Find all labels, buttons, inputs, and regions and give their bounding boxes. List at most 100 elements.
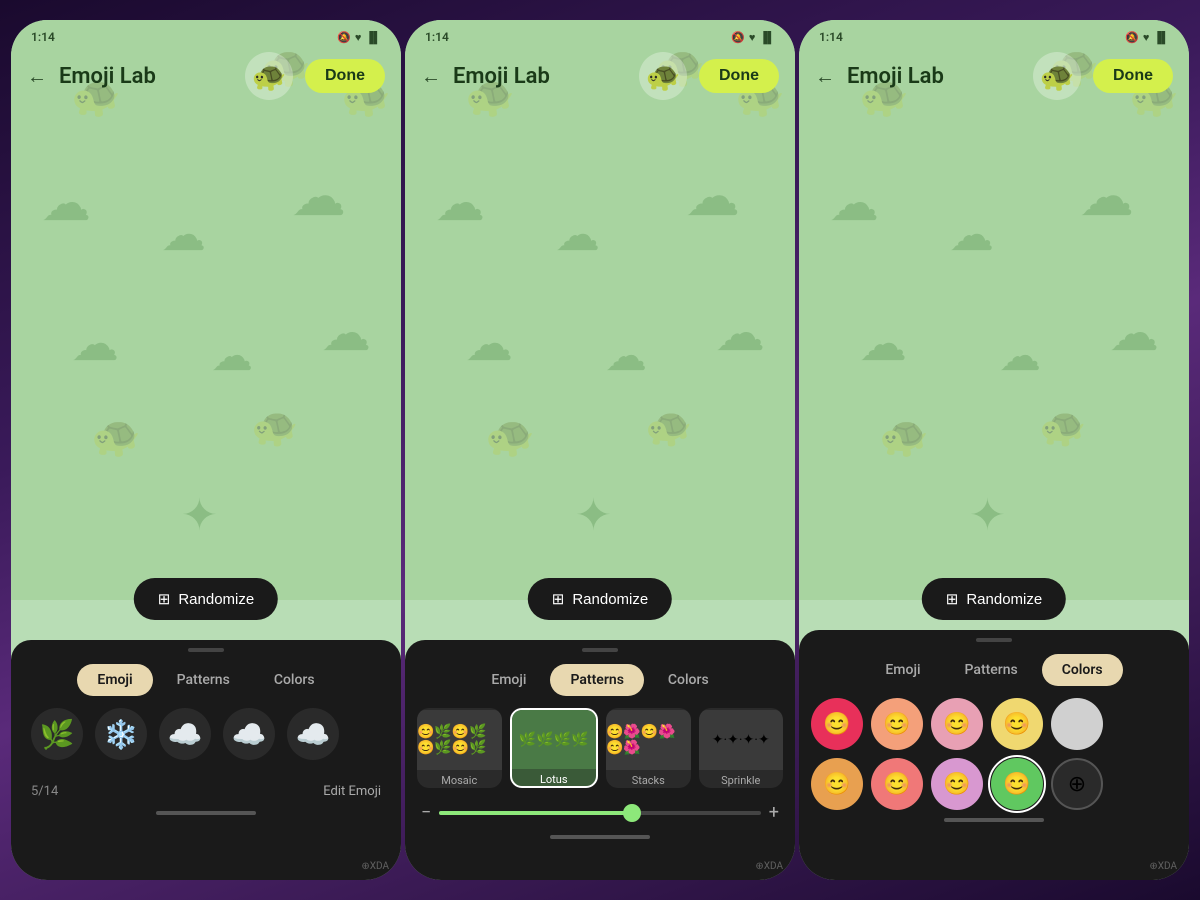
emoji-item-4[interactable]: ☁️ <box>223 708 275 760</box>
panel-handle-2 <box>582 648 618 652</box>
slider-row: − + <box>405 798 795 827</box>
randomize-button-3[interactable]: ⊞ Randomize <box>922 578 1066 620</box>
status-bar-3: 1:14 🔕 ♥ ▐▌ <box>799 20 1189 48</box>
color-pink[interactable]: 😊 <box>931 698 983 750</box>
status-bar-2: 1:14 🔕 ♥ ▐▌ <box>405 20 795 48</box>
status-icons-2: 🔕 ♥ ▐▌ <box>731 31 775 44</box>
tab-patterns-3[interactable]: Patterns <box>945 654 1038 686</box>
emoji-item-5[interactable]: ☁️ <box>287 708 339 760</box>
time-2: 1:14 <box>425 30 449 44</box>
home-indicator-1 <box>156 811 256 815</box>
color-salmon[interactable]: 😊 <box>871 758 923 810</box>
pattern-stacks[interactable]: 😊🌺😊🌺😊🌺 Stacks <box>606 708 691 788</box>
pattern-lotus[interactable]: 🌿🌿🌿🌿 Lotus <box>510 708 599 788</box>
pattern-stacks-preview: 😊🌺😊🌺😊🌺 <box>606 710 691 770</box>
slider-fill <box>439 811 632 815</box>
done-button-2[interactable]: Done <box>699 59 779 93</box>
back-button-2[interactable]: ← <box>421 64 441 89</box>
tab-bar-1: Emoji Patterns Colors <box>11 664 401 696</box>
pattern-sprinkle-preview: ✦·✦·✦·✦ <box>699 710 784 770</box>
phone-1: 🐢 🐢 🐢 ☁ ☁ ☁ ☁ ☁ ☁ 🐢 🐢 ✦ 1:14 🔕 <box>11 20 401 880</box>
turtle-avatar-3: 🐢 <box>1033 52 1081 100</box>
main-area-1: ⊞ Randomize Emoji Patterns Colors 🌿 ❄️ ☁… <box>11 108 401 880</box>
pattern-stacks-label: Stacks <box>632 774 665 787</box>
randomize-label-3: Randomize <box>966 591 1042 608</box>
pattern-sprinkle[interactable]: ✦·✦·✦·✦ Sprinkle <box>699 708 784 788</box>
main-area-2: ⊞ Randomize Emoji Patterns Colors 😊🌿😊🌿😊🌿… <box>405 108 795 880</box>
slider-thumb[interactable] <box>623 804 641 822</box>
slider-track[interactable] <box>439 811 760 815</box>
tab-emoji-3[interactable]: Emoji <box>865 654 940 686</box>
turtle-avatar-1: 🐢 <box>245 52 293 100</box>
randomize-icon-3: ⊞ <box>946 590 959 608</box>
tab-colors-3[interactable]: Colors <box>1042 654 1123 686</box>
back-button-1[interactable]: ← <box>27 64 47 89</box>
pattern-sprinkle-label: Sprinkle <box>721 774 760 787</box>
watermark-2: ⊕XDA <box>755 861 783 872</box>
bottom-panel-2: Emoji Patterns Colors 😊🌿😊🌿😊🌿😊🌿 Mosaic <box>405 640 795 880</box>
panel-footer-1: 5/14 Edit Emoji <box>11 776 401 807</box>
pattern-lotus-label: Lotus <box>540 773 568 786</box>
tab-colors-2[interactable]: Colors <box>648 664 729 696</box>
emoji-item-1[interactable]: 🌿 <box>31 708 83 760</box>
emoji-item-3[interactable]: ☁️ <box>159 708 211 760</box>
color-yellow[interactable]: 😊 <box>991 698 1043 750</box>
home-indicator-2 <box>550 835 650 839</box>
app-title-1: Emoji Lab <box>59 64 233 89</box>
panel-handle-1 <box>188 648 224 652</box>
done-button-1[interactable]: Done <box>305 59 385 93</box>
watermark-1: ⊕XDA <box>361 861 389 872</box>
randomize-icon-1: ⊞ <box>158 590 171 608</box>
tab-bar-2: Emoji Patterns Colors <box>405 664 795 696</box>
randomize-button-1[interactable]: ⊞ Randomize <box>134 578 278 620</box>
slider-plus[interactable]: + <box>769 802 779 823</box>
done-button-3[interactable]: Done <box>1093 59 1173 93</box>
bottom-panel-1: Emoji Patterns Colors 🌿 ❄️ ☁️ ☁️ ☁️ 5/14… <box>11 640 401 880</box>
main-area-3: ⊞ Randomize Emoji Patterns Colors 😊 😊 😊 … <box>799 108 1189 880</box>
pattern-lotus-preview: 🌿🌿🌿🌿 <box>512 710 597 769</box>
bottom-panel-3: Emoji Patterns Colors 😊 😊 😊 😊 😊 😊 😊 <box>799 630 1189 880</box>
color-coral <box>1051 698 1103 750</box>
top-bar-3: ← Emoji Lab 🐢 Done <box>799 48 1189 108</box>
home-indicator-3 <box>944 818 1044 822</box>
tab-colors-1[interactable]: Colors <box>254 664 335 696</box>
color-peach[interactable]: 😊 <box>871 698 923 750</box>
time-3: 1:14 <box>819 30 843 44</box>
pattern-mosaic[interactable]: 😊🌿😊🌿😊🌿😊🌿 Mosaic <box>417 708 502 788</box>
color-red[interactable]: 😊 <box>811 698 863 750</box>
edit-emoji-button-1[interactable]: Edit Emoji <box>323 784 381 799</box>
top-bar-2: ← Emoji Lab 🐢 Done <box>405 48 795 108</box>
tab-emoji-1[interactable]: Emoji <box>77 664 152 696</box>
colors-row-2: 😊 😊 😊 😊 ⊕ <box>799 758 1189 810</box>
pattern-mosaic-label: Mosaic <box>441 774 477 787</box>
emoji-count-1: 5/14 <box>31 784 58 799</box>
color-green[interactable]: 😊 <box>991 758 1043 810</box>
status-icons-3: 🔕 ♥ ▐▌ <box>1125 31 1169 44</box>
app-title-2: Emoji Lab <box>453 64 627 89</box>
back-button-3[interactable]: ← <box>815 64 835 89</box>
top-bar-1: ← Emoji Lab 🐢 Done <box>11 48 401 108</box>
time-1: 1:14 <box>31 30 55 44</box>
emoji-item-2[interactable]: ❄️ <box>95 708 147 760</box>
randomize-label-1: Randomize <box>178 591 254 608</box>
slider-minus[interactable]: − <box>421 802 431 823</box>
randomize-icon-2: ⊞ <box>552 590 565 608</box>
color-more[interactable]: ⊕ <box>1051 758 1103 810</box>
tab-bar-3: Emoji Patterns Colors <box>799 654 1189 686</box>
watermark-3: ⊕XDA <box>1149 861 1177 872</box>
status-bar-1: 1:14 🔕 ♥ ▐▌ <box>11 20 401 48</box>
tab-patterns-1[interactable]: Patterns <box>157 664 250 696</box>
turtle-avatar-2: 🐢 <box>639 52 687 100</box>
color-orange[interactable]: 😊 <box>811 758 863 810</box>
color-mauve[interactable]: 😊 <box>931 758 983 810</box>
phone-2: 🐢 🐢 🐢 ☁ ☁ ☁ ☁ ☁ ☁ 🐢 🐢 ✦ 1:14 🔕 ♥ ▐▌ <box>405 20 795 880</box>
panel-handle-3 <box>976 638 1012 642</box>
colors-row-1: 😊 😊 😊 😊 <box>799 698 1189 750</box>
pattern-mosaic-preview: 😊🌿😊🌿😊🌿😊🌿 <box>417 710 502 770</box>
phones-container: 🐢 🐢 🐢 ☁ ☁ ☁ ☁ ☁ ☁ 🐢 🐢 ✦ 1:14 🔕 <box>9 20 1191 880</box>
phone-3: 🐢 🐢 🐢 ☁ ☁ ☁ ☁ ☁ ☁ 🐢 🐢 ✦ 1:14 🔕 ♥ ▐▌ <box>799 20 1189 880</box>
tab-emoji-2[interactable]: Emoji <box>471 664 546 696</box>
tab-patterns-2[interactable]: Patterns <box>550 664 643 696</box>
randomize-label-2: Randomize <box>572 591 648 608</box>
randomize-button-2[interactable]: ⊞ Randomize <box>528 578 672 620</box>
